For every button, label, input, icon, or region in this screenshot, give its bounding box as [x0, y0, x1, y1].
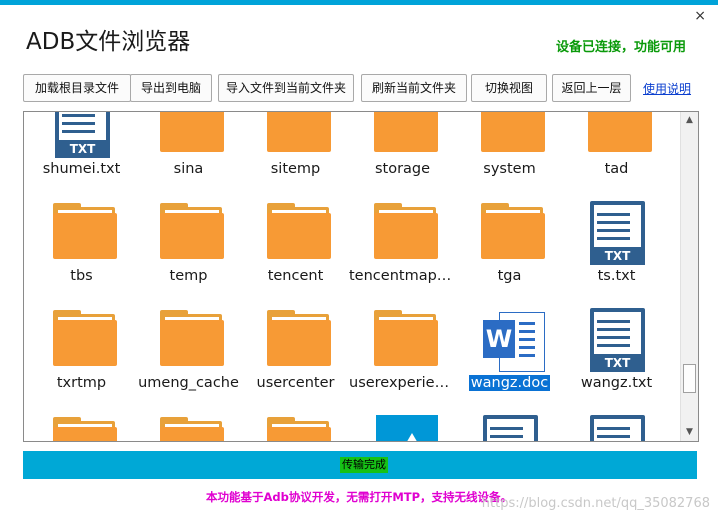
- watermark: https://blog.csdn.net/qq_35082768: [481, 496, 710, 511]
- folder-icon: [160, 308, 224, 374]
- scroll-up-icon[interactable]: ▲: [681, 112, 698, 129]
- import-file-button[interactable]: 导入文件到当前文件夹: [218, 74, 354, 102]
- file-name: wangz.doc: [468, 375, 551, 391]
- file-name: tencent: [267, 268, 324, 284]
- folder-item[interactable]: [28, 405, 135, 441]
- file-name: sitemp: [270, 161, 321, 177]
- folder-icon: [160, 201, 224, 267]
- folder-icon: [53, 415, 117, 441]
- folder-item[interactable]: [135, 405, 242, 441]
- file-item[interactable]: TXT wangz.txt: [563, 298, 670, 406]
- file-grid: TXT shumei.txt sina sitemp storage system tad t…: [24, 112, 680, 441]
- folder-icon: [267, 201, 331, 267]
- text-file-icon: TXT: [53, 112, 117, 160]
- folder-icon: [481, 112, 545, 160]
- folder-icon: [588, 112, 652, 160]
- folder-item[interactable]: tencentmaps...: [349, 191, 456, 299]
- folder-item[interactable]: [242, 405, 349, 441]
- scroll-down-icon[interactable]: ▼: [681, 424, 698, 441]
- folder-icon: [374, 308, 438, 374]
- file-name: temp: [169, 268, 208, 284]
- file-item[interactable]: TXT: [563, 405, 670, 441]
- folder-icon: [267, 308, 331, 374]
- file-name: storage: [374, 161, 431, 177]
- refresh-folder-button[interactable]: 刷新当前文件夹: [361, 74, 467, 102]
- progress-status-text: 传输完成: [340, 457, 388, 473]
- folder-item[interactable]: tbs: [28, 191, 135, 299]
- folder-item[interactable]: sina: [135, 112, 242, 192]
- file-name: wangz.txt: [580, 375, 653, 391]
- file-name: txrtmp: [56, 375, 107, 391]
- folder-icon: [267, 112, 331, 160]
- switch-view-button[interactable]: 切换视图: [471, 74, 547, 102]
- title-accent-bar: [0, 0, 718, 5]
- folder-icon: [374, 112, 438, 160]
- file-name: system: [483, 161, 536, 177]
- file-name: umeng_cache: [138, 375, 239, 391]
- folder-icon: [160, 112, 224, 160]
- folder-item[interactable]: storage: [349, 112, 456, 192]
- file-item[interactable]: [349, 405, 456, 441]
- folder-icon: [374, 201, 438, 267]
- file-browser[interactable]: TXT shumei.txt sina sitemp storage system tad t…: [23, 111, 699, 442]
- folder-item[interactable]: sitemp: [242, 112, 349, 192]
- image-file-icon: [374, 415, 438, 441]
- help-link[interactable]: 使用说明: [643, 80, 691, 97]
- folder-item[interactable]: tga: [456, 191, 563, 299]
- file-name: usercenter: [256, 375, 335, 391]
- folder-item[interactable]: tencent: [242, 191, 349, 299]
- folder-icon: [481, 201, 545, 267]
- folder-icon: [267, 415, 331, 441]
- export-to-pc-button[interactable]: 导出到电脑: [130, 74, 212, 102]
- folder-icon: [53, 308, 117, 374]
- folder-item[interactable]: userexperience: [349, 298, 456, 406]
- folder-item[interactable]: temp: [135, 191, 242, 299]
- file-item[interactable]: Wwangz.doc: [456, 298, 563, 406]
- app-title: ADB文件浏览器: [26, 29, 191, 55]
- connection-status: 设备已连接，功能可用: [555, 40, 686, 55]
- text-file-icon: TXT: [481, 415, 545, 441]
- file-name: tbs: [70, 268, 93, 284]
- vertical-scrollbar[interactable]: ▲ ▼: [680, 112, 698, 441]
- text-file-icon: TXT: [588, 201, 652, 267]
- file-item[interactable]: TXT ts.txt: [563, 191, 670, 299]
- text-file-icon: TXT: [588, 415, 652, 441]
- file-name: userexperience: [349, 375, 456, 391]
- file-name: tga: [497, 268, 522, 284]
- folder-item[interactable]: system: [456, 112, 563, 192]
- folder-item[interactable]: txrtmp: [28, 298, 135, 406]
- file-item[interactable]: TXT: [456, 405, 563, 441]
- close-icon[interactable]: ×: [694, 8, 706, 24]
- folder-icon: [53, 201, 117, 267]
- file-name: sina: [173, 161, 204, 177]
- load-root-button[interactable]: 加载根目录文件: [23, 74, 131, 102]
- file-item[interactable]: TXT shumei.txt: [28, 112, 135, 192]
- file-name: ts.txt: [597, 268, 636, 284]
- folder-item[interactable]: tad: [563, 112, 670, 192]
- go-up-button[interactable]: 返回上一层: [552, 74, 631, 102]
- folder-icon: [160, 415, 224, 441]
- text-file-icon: TXT: [588, 308, 652, 374]
- file-name: shumei.txt: [42, 161, 121, 177]
- file-name: tad: [604, 161, 629, 177]
- folder-item[interactable]: usercenter: [242, 298, 349, 406]
- folder-item[interactable]: umeng_cache: [135, 298, 242, 406]
- word-doc-icon: W: [481, 308, 545, 374]
- file-name: tencentmaps...: [349, 268, 456, 284]
- scroll-thumb[interactable]: [683, 364, 696, 393]
